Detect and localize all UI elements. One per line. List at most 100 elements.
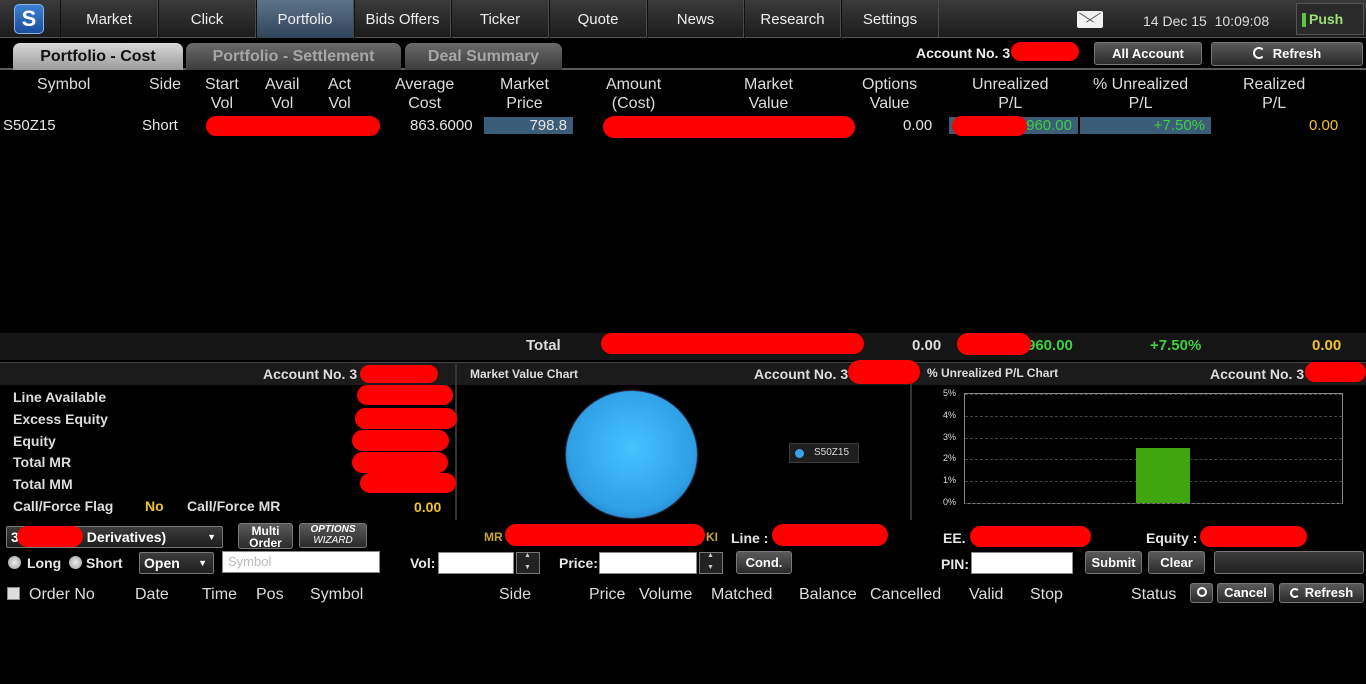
pl-chart-y-tick: 0% <box>943 497 957 507</box>
redaction <box>603 116 855 138</box>
nav-tab-portfolio[interactable]: Portfolio <box>256 0 354 38</box>
pl-chart-y-tick: 5% <box>943 388 957 398</box>
col-header-avg-cost[interactable]: Average Cost <box>395 75 454 113</box>
col-header-market-price[interactable]: Market Price <box>500 75 549 113</box>
nav-tab-quote[interactable]: Quote <box>549 0 647 38</box>
redaction <box>772 524 888 546</box>
orders-col-header[interactable]: Price <box>589 586 625 604</box>
short-radio[interactable] <box>69 556 82 569</box>
nav-tab-market[interactable]: Market <box>60 0 158 38</box>
price-stepper[interactable] <box>699 552 723 574</box>
orders-col-header[interactable]: Pos <box>256 586 284 604</box>
pin-input[interactable] <box>971 552 1073 574</box>
nav-tab-click[interactable]: Click <box>158 0 256 38</box>
col-header-act-vol[interactable]: Act Vol <box>328 75 351 113</box>
vol-stepper[interactable] <box>516 552 540 574</box>
date-text: 14 Dec 15 <box>1143 13 1207 29</box>
tab-portfolio-settlement[interactable]: Portfolio - Settlement <box>186 43 401 70</box>
redaction <box>360 365 438 383</box>
pl-chart-gridline <box>965 394 1342 395</box>
redaction <box>1305 362 1366 382</box>
row-options-value: 0.00 <box>903 117 933 134</box>
cancel-button[interactable]: Cancel <box>1217 583 1274 603</box>
pl-chart-y-tick: 3% <box>943 432 957 442</box>
orders-col-header[interactable]: Date <box>135 586 169 604</box>
symbol-input[interactable]: Symbol <box>222 551 380 573</box>
orders-col-header[interactable]: Stop <box>1030 586 1063 604</box>
orders-col-header[interactable]: Side <box>499 586 531 604</box>
summary-account-label: Account No. 3 <box>263 366 358 382</box>
mr-label: MR <box>484 530 503 544</box>
orders-col-header[interactable]: Cancelled <box>870 586 941 604</box>
push-indicator[interactable]: Push <box>1296 3 1364 35</box>
clear-button[interactable]: Clear <box>1148 551 1205 574</box>
col-header-market-value[interactable]: Market Value <box>744 75 793 113</box>
pl-chart-account-label: Account No. 3 <box>1210 366 1305 382</box>
orders-col-header[interactable]: Volume <box>639 586 692 604</box>
redaction <box>957 333 1031 355</box>
col-header-realized-pl[interactable]: Realized P/L <box>1243 75 1305 113</box>
redaction <box>352 452 448 473</box>
col-header-options-value[interactable]: Options Value <box>862 75 917 113</box>
search-icon <box>1196 587 1207 597</box>
tab-portfolio-cost[interactable]: Portfolio - Cost <box>13 43 183 70</box>
nav-tab-research[interactable]: Research <box>744 0 841 38</box>
orders-col-header[interactable]: Symbol <box>310 586 363 604</box>
row-avg-cost: 863.6000 <box>410 117 473 134</box>
col-header-start-vol[interactable]: Start Vol <box>205 75 239 113</box>
col-header-pct-unrealized-pl[interactable]: % Unrealized P/L <box>1093 75 1188 113</box>
select-all-checkbox[interactable] <box>7 587 20 600</box>
col-header-unrealized-pl[interactable]: Unrealized P/L <box>972 75 1048 113</box>
vol-input[interactable] <box>438 552 514 574</box>
pl-chart-gridline <box>965 416 1342 417</box>
orders-refresh-button[interactable]: Refresh <box>1279 583 1364 603</box>
col-header-amount-cost[interactable]: Amount (Cost) <box>606 75 661 113</box>
submit-button[interactable]: Submit <box>1085 551 1142 574</box>
equity-order-label: Equity : <box>1146 530 1198 546</box>
long-radio[interactable] <box>8 556 21 569</box>
options-wizard-top: OPTIONS <box>310 524 356 535</box>
orders-col-header[interactable]: Matched <box>711 586 772 604</box>
orders-col-header[interactable]: Order No <box>29 586 95 604</box>
nav-tab-settings[interactable]: Settings <box>841 0 939 38</box>
ki-label: KI <box>706 530 718 544</box>
nav-tab-bids-offers[interactable]: Bids Offers <box>354 0 451 38</box>
cond-button[interactable]: Cond. <box>736 551 792 574</box>
vol-label: Vol: <box>410 555 436 571</box>
search-button[interactable] <box>1190 583 1213 603</box>
orders-col-header[interactable]: Valid <box>969 586 1003 604</box>
nav-tab-news[interactable]: News <box>647 0 744 38</box>
top-nav: S Market Click Portfolio Bids Offers Tic… <box>0 0 1366 38</box>
all-account-button[interactable]: All Account <box>1094 42 1202 65</box>
col-header-avail-vol[interactable]: Avail Vol <box>265 75 299 113</box>
orders-col-header[interactable]: Status <box>1131 586 1176 604</box>
mv-chart-title: Market Value Chart <box>470 367 579 381</box>
redaction <box>360 473 456 493</box>
time-text: 10:09:08 <box>1214 13 1270 29</box>
market-value-pie[interactable] <box>566 391 697 518</box>
price-input[interactable] <box>599 552 697 574</box>
nav-tab-ticker[interactable]: Ticker <box>451 0 549 38</box>
col-header-symbol[interactable]: Symbol <box>37 75 90 94</box>
line-label: Line : <box>731 530 769 546</box>
orders-col-header[interactable]: Balance <box>799 586 857 604</box>
call-force-flag-label: Call/Force Flag <box>13 498 114 514</box>
refresh-icon <box>1252 47 1265 59</box>
redaction <box>17 526 83 547</box>
refresh-button[interactable]: Refresh <box>1211 42 1363 66</box>
row-symbol[interactable]: S50Z15 <box>3 117 56 134</box>
options-wizard-button[interactable]: OPTIONS WIZARD <box>299 523 367 548</box>
mail-icon[interactable] <box>1077 11 1103 28</box>
orders-col-header[interactable]: Time <box>202 586 237 604</box>
total-mm-label: Total MM <box>13 476 73 492</box>
options-wizard-bottom: WIZARD <box>313 535 353 546</box>
position-select[interactable]: Open <box>139 552 214 574</box>
app-logo[interactable]: S <box>14 4 44 34</box>
multi-order-button[interactable]: Multi Order <box>238 523 293 549</box>
tab-deal-summary[interactable]: Deal Summary <box>405 43 562 70</box>
pl-chart-bar[interactable] <box>1136 448 1190 503</box>
redaction <box>505 524 705 546</box>
price-label: Price: <box>559 555 598 571</box>
col-header-side[interactable]: Side <box>149 75 181 94</box>
orders-refresh-label: Refresh <box>1304 585 1354 600</box>
